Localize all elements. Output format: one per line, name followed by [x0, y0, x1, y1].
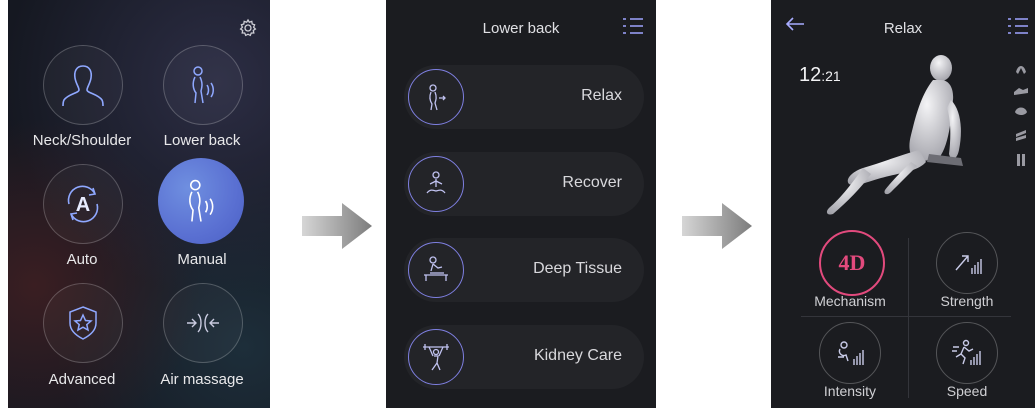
auto-label: Auto: [66, 251, 98, 268]
4d-icon: 4D: [838, 250, 866, 275]
screen-title: Relax: [883, 20, 923, 37]
program-label: Relax: [581, 87, 622, 104]
manual-label: Manual: [177, 251, 227, 268]
next-arrow-icon: [302, 203, 372, 249]
neck-shoulder-label: Neck/Shoulder: [32, 132, 132, 149]
program-relax[interactable]: Relax: [404, 65, 644, 129]
list-menu-icon[interactable]: [622, 16, 644, 36]
back-zone-icon: [1014, 88, 1028, 95]
mode-select-screen: Neck/Shoulder Lower back A Auto Manual A…: [8, 0, 270, 408]
body-illustration: [826, 55, 963, 215]
intensity-button[interactable]: [819, 322, 881, 384]
strength-button[interactable]: [936, 232, 998, 294]
massage-table-icon: [408, 242, 464, 298]
air-massage-button[interactable]: [163, 283, 243, 363]
auto-glyph: A: [76, 194, 90, 216]
screen-title: Lower back: [482, 20, 560, 37]
strength-icon: [955, 255, 982, 274]
seat-zone-icon: [1016, 130, 1026, 141]
auto-icon: A: [67, 185, 99, 223]
meditation-icon: [408, 156, 464, 212]
leg-zone-icon: [1017, 154, 1025, 166]
strength-label: Strength: [940, 293, 994, 309]
program-label: Deep Tissue: [533, 260, 622, 277]
grid-divider: [908, 238, 909, 398]
program-label: Kidney Care: [533, 347, 622, 364]
grid-divider: [801, 316, 1011, 317]
lower-back-label: Lower back: [163, 132, 241, 149]
program-list-screen: Lower back Relax Recover Deep Tissue Kid…: [386, 0, 656, 408]
program-label: Recover: [562, 174, 622, 191]
posture-icons: [1013, 62, 1029, 177]
next-arrow-icon: [682, 203, 752, 249]
manual-button[interactable]: [158, 158, 244, 244]
waist-zone-icon: [1015, 107, 1027, 115]
head-shoulders-icon: [62, 65, 104, 107]
auto-button[interactable]: A: [43, 164, 123, 244]
weightlifter-icon: [408, 329, 464, 385]
air-massage-icon: [187, 313, 219, 333]
speed-button[interactable]: [936, 322, 998, 384]
air-massage-label: Air massage: [160, 371, 244, 388]
mechanism-button[interactable]: 4D: [819, 230, 885, 296]
gear-icon[interactable]: [238, 18, 258, 38]
list-menu-icon[interactable]: [1007, 16, 1029, 36]
shoulder-zone-icon: [1016, 66, 1026, 74]
relax-icon: [408, 69, 464, 125]
advanced-button[interactable]: [43, 283, 123, 363]
lower-back-button[interactable]: [163, 45, 243, 125]
lower-back-icon: [192, 66, 214, 104]
program-detail-screen: Relax 12:21 4D Mechanism Strength Intens…: [771, 0, 1035, 408]
program-deep-tissue[interactable]: Deep Tissue: [404, 238, 644, 302]
speed-icon: [952, 339, 981, 365]
speed-label: Speed: [946, 383, 988, 399]
intensity-icon: [838, 341, 864, 365]
intensity-label: Intensity: [823, 383, 877, 399]
advanced-label: Advanced: [48, 371, 116, 388]
shield-star-icon: [69, 306, 97, 340]
program-kidney-care[interactable]: Kidney Care: [404, 325, 644, 389]
mechanism-label: Mechanism: [814, 293, 886, 309]
manual-icon: [189, 179, 214, 222]
program-recover[interactable]: Recover: [404, 152, 644, 216]
neck-shoulder-button[interactable]: [43, 45, 123, 125]
